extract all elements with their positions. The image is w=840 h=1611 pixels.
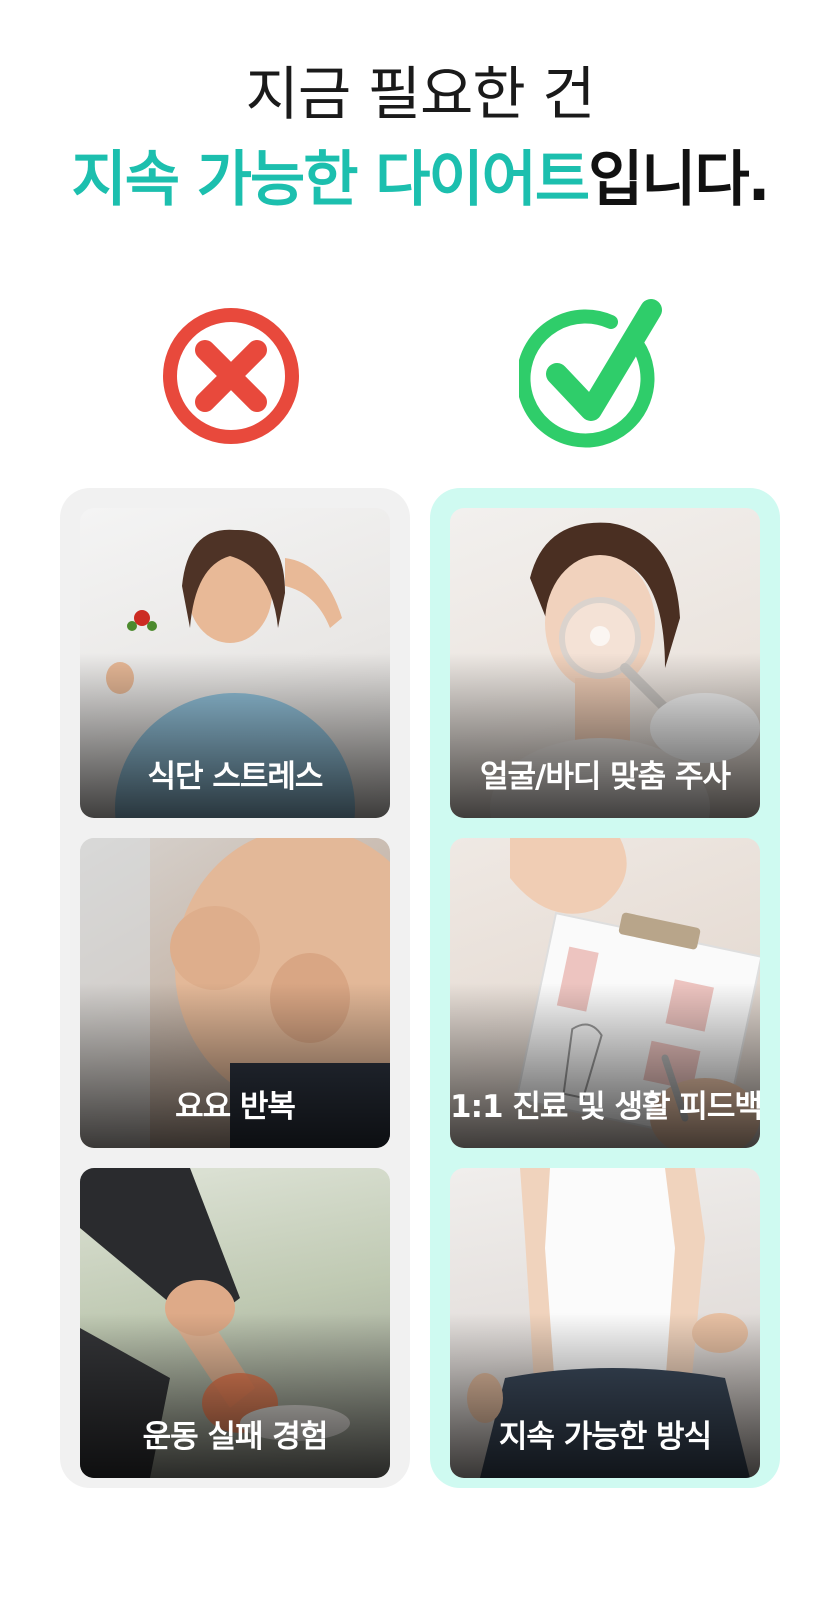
x-circle-icon bbox=[163, 308, 299, 444]
headline-line1: 지금 필요한 건 bbox=[245, 60, 595, 128]
card-caption: 1:1 진료 및 생활 피드백 bbox=[450, 1089, 760, 1125]
bad-card-yoyo: 요요 반복 bbox=[80, 838, 390, 1148]
headline-rest-text: 입니다. bbox=[588, 145, 770, 215]
headline-accent-text: 지속 가능한 다이어트 bbox=[71, 145, 591, 215]
bad-column-panel: 식단 스트레스 요요 반복 운동 실패 경험 bbox=[60, 488, 410, 1488]
card-caption: 얼굴/바디 맞춤 주사 bbox=[479, 759, 731, 795]
bad-card-exercise-failure: 운동 실패 경험 bbox=[80, 1168, 390, 1478]
headline-line2: 지속 가능한 다이어트입니다. bbox=[0, 142, 840, 218]
card-caption: 식단 스트레스 bbox=[147, 759, 324, 795]
good-card-consultation: 1:1 진료 및 생활 피드백 bbox=[450, 838, 760, 1148]
card-caption: 요요 반복 bbox=[175, 1089, 296, 1125]
card-caption: 지속 가능한 방식 bbox=[498, 1419, 712, 1455]
checkmark-circle-icon bbox=[519, 299, 662, 448]
good-card-custom-injection: 얼굴/바디 맞춤 주사 bbox=[450, 508, 760, 818]
bad-card-diet-stress: 식단 스트레스 bbox=[80, 508, 390, 818]
good-card-sustainable: 지속 가능한 방식 bbox=[450, 1168, 760, 1478]
card-caption: 운동 실패 경험 bbox=[142, 1419, 329, 1455]
headline: 지금 필요한 건 지속 가능한 다이어트입니다. bbox=[0, 58, 840, 218]
good-column-panel: 얼굴/바디 맞춤 주사 1:1 진료 및 생활 피드백 지속 가능한 방식 bbox=[430, 488, 780, 1488]
